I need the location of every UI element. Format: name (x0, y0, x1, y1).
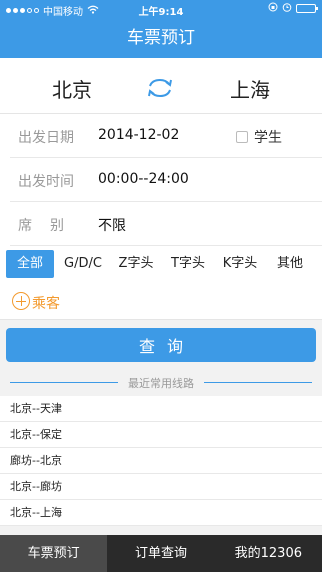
tab-my-12306[interactable]: 我的12306 (215, 535, 322, 572)
student-label: 学生 (254, 130, 282, 146)
departure-time-label: 出发时间 (18, 174, 74, 190)
train-type-gdc[interactable]: G/D/C (58, 250, 108, 278)
add-circle-icon[interactable] (12, 292, 30, 310)
tab-bar: 车票预订 订单查询 我的12306 (0, 535, 322, 572)
train-type-filter: 全部 G/D/C Z字头 T字头 K字头 其他 (0, 246, 322, 282)
query-button[interactable]: 查询 (6, 328, 316, 362)
tab-ticket-booking[interactable]: 车票预订 (0, 535, 108, 572)
recent-routes-header: 最近常用线路 (0, 372, 322, 394)
train-type-other[interactable]: 其他 (268, 250, 312, 278)
train-type-t[interactable]: T字头 (164, 250, 212, 278)
train-type-k[interactable]: K字头 (216, 250, 264, 278)
student-checkbox[interactable]: 学生 (236, 127, 282, 147)
seat-class-value[interactable]: 不限 (98, 215, 126, 235)
departure-date-value[interactable]: 2014-12-02 (98, 127, 179, 143)
status-bar: 中国移动 上午9:14 (0, 0, 322, 18)
swap-arrows-icon[interactable] (146, 78, 174, 98)
seat-class-label: 席别 (18, 218, 82, 234)
status-right (268, 2, 318, 15)
recent-routes-title: 最近常用线路 (128, 377, 194, 390)
list-item[interactable]: 北京--上海 (0, 500, 322, 526)
list-item[interactable]: 北京--廊坊 (0, 474, 322, 500)
list-item[interactable]: 北京--天津 (0, 396, 322, 422)
passenger-label: 乘客 (32, 296, 60, 312)
list-item[interactable]: 北京--保定 (0, 422, 322, 448)
list-item[interactable]: 廊坊--北京 (0, 448, 322, 474)
page-title: 车票预订 (0, 18, 322, 58)
tab-order-query[interactable]: 订单查询 (107, 535, 214, 572)
recent-routes-list: 北京--天津 北京--保定 廊坊--北京 北京--廊坊 北京--上海 (0, 396, 322, 526)
from-station[interactable]: 北京 (52, 74, 92, 103)
departure-time-value[interactable]: 00:00--24:00 (98, 171, 189, 187)
to-station[interactable]: 上海 (230, 74, 270, 103)
divider (204, 382, 312, 383)
checkbox-icon[interactable] (236, 131, 248, 143)
alarm-icon (282, 2, 292, 15)
add-passenger-button[interactable]: 乘客 (0, 282, 322, 320)
departure-date-row[interactable]: 出发日期 2014-12-02 学生 (0, 114, 322, 158)
train-type-all[interactable]: 全部 (6, 250, 54, 278)
battery-icon (296, 4, 318, 13)
orientation-lock-icon (268, 2, 278, 15)
seat-class-row[interactable]: 席别 不限 (0, 202, 322, 246)
departure-time-row[interactable]: 出发时间 00:00--24:00 (0, 158, 322, 202)
route-selector: 北京 上海 (0, 58, 322, 114)
train-type-z[interactable]: Z字头 (112, 250, 160, 278)
departure-date-label: 出发日期 (18, 130, 74, 146)
